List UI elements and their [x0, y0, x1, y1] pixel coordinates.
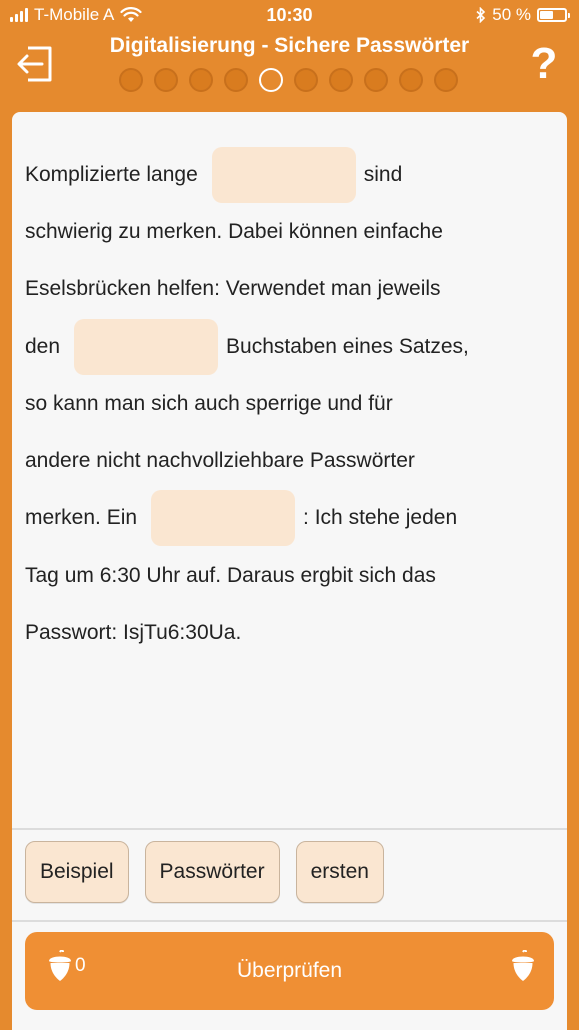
- text-segment: schwierig zu merken. Dabei können einfac…: [25, 219, 443, 243]
- status-bar: T-Mobile A 10:30 50 %: [0, 0, 579, 32]
- bluetooth-icon: [476, 7, 486, 23]
- blank-drop-zone[interactable]: [74, 318, 219, 375]
- divider-top: [12, 828, 567, 830]
- progress-dot: [399, 68, 423, 92]
- progress-dots: [119, 68, 458, 92]
- cloze-text: Komplizierte lange sind schwierig zu merke…: [25, 146, 545, 662]
- blank-drop-zone[interactable]: [151, 490, 296, 547]
- help-button[interactable]: ?: [527, 40, 561, 88]
- acorn-icon: [512, 949, 534, 981]
- acorn-counter: 0: [47, 950, 86, 982]
- battery-icon: [537, 8, 570, 22]
- progress-dot: [294, 68, 318, 92]
- progress-dot: [154, 68, 178, 92]
- text-segment: : Ich stehe jeden: [303, 506, 458, 530]
- word-chip[interactable]: ersten: [295, 841, 384, 903]
- text-line: Komplizierte lange sind: [25, 146, 545, 203]
- check-button[interactable]: 0 Überprüfen: [25, 932, 554, 1010]
- progress-dot: [189, 68, 213, 92]
- text-line: merken. Ein : Ich stehe jeden: [25, 490, 545, 547]
- progress-dot: [224, 68, 248, 92]
- text-segment: merken. Ein: [25, 506, 138, 530]
- acorn-count: 0: [75, 955, 86, 976]
- text-line: den Buchstaben eines Satzes,: [25, 318, 545, 375]
- text-segment: Tag um 6:30 Uhr auf. Daraus ergbit sich …: [25, 563, 436, 587]
- text-segment: Passwort: IsjTu6:30Ua.: [25, 621, 242, 645]
- text-line: Tag um 6:30 Uhr auf. Daraus ergbit sich …: [25, 547, 545, 604]
- progress-dot: [364, 68, 388, 92]
- acorn-reward: [510, 949, 536, 988]
- text-segment: andere nicht nachvollziehbare Passwörter: [25, 449, 415, 473]
- text-segment: so kann man sich auch sperrige und für: [25, 391, 393, 415]
- status-right: 50 %: [476, 5, 570, 25]
- text-segment: Eselsbrücken helfen: Verwendet man jewei…: [25, 277, 441, 301]
- word-bank: Beispiel Passwörter ersten: [25, 841, 384, 903]
- text-line: so kann man sich auch sperrige und für: [25, 375, 545, 432]
- acorn-icon: [49, 950, 71, 981]
- text-line: Eselsbrücken helfen: Verwendet man jewei…: [25, 261, 545, 318]
- exercise-card: Komplizierte lange sind schwierig zu merke…: [12, 112, 567, 1030]
- text-line: Passwort: IsjTu6:30Ua.: [25, 604, 545, 661]
- progress-dot: [434, 68, 458, 92]
- text-segment: Komplizierte lange: [25, 162, 198, 186]
- battery-percent: 50 %: [492, 5, 531, 24]
- check-button-label: Überprüfen: [236, 959, 343, 982]
- blank-drop-zone[interactable]: [211, 146, 356, 203]
- progress-dot: [119, 68, 143, 92]
- divider-bottom: [12, 920, 567, 922]
- text-segment: Buchstaben eines Satzes,: [226, 334, 469, 358]
- progress-dot-current: [259, 68, 283, 92]
- text-line: andere nicht nachvollziehbare Passwörter: [25, 432, 545, 489]
- progress-dot: [329, 68, 353, 92]
- word-chip[interactable]: Passwörter: [144, 841, 280, 903]
- text-segment: sind: [363, 162, 403, 186]
- text-line: schwierig zu merken. Dabei können einfac…: [25, 203, 545, 260]
- word-chip[interactable]: Beispiel: [25, 841, 129, 903]
- page-title: Digitalisierung - Sichere Passwörter: [109, 34, 470, 57]
- text-segment: den: [25, 334, 61, 358]
